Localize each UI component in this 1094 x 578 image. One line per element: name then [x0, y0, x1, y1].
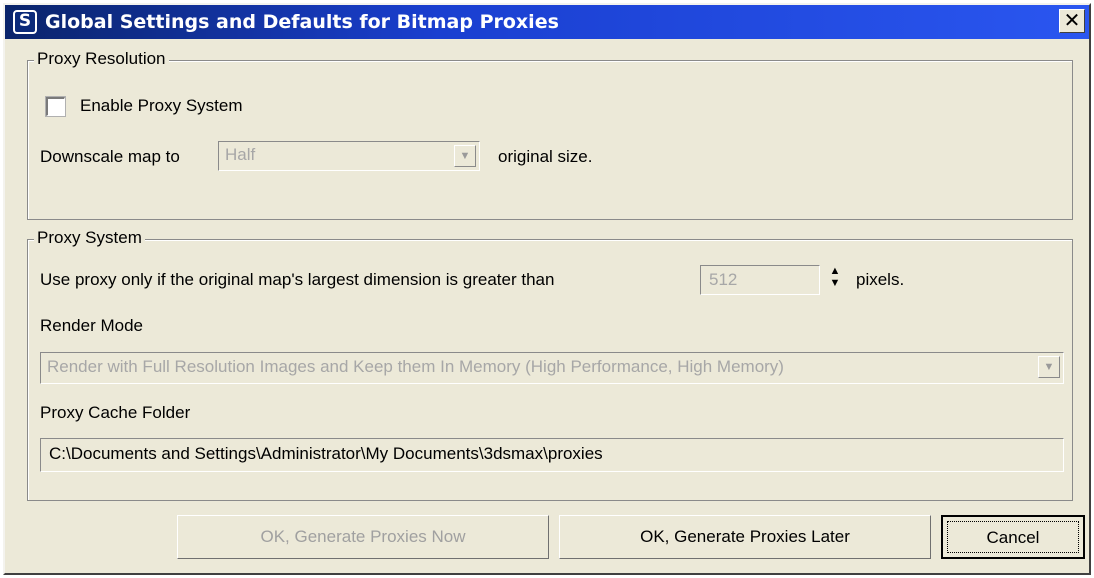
generate-later-button[interactable]: OK, Generate Proxies Later [559, 515, 931, 559]
enable-proxy-label: Enable Proxy System [80, 96, 243, 115]
render-mode-dropdown[interactable]: Render with Full Resolution Images and K… [40, 352, 1064, 384]
spinner-down-icon[interactable]: ▼ [825, 277, 845, 289]
app-icon: S [13, 10, 37, 34]
proxy-system-group: Proxy System Use proxy only if the origi… [27, 228, 1073, 501]
dropdown-arrow-icon[interactable]: ▼ [454, 145, 476, 167]
downscale-dropdown[interactable]: Half ▼ [218, 141, 480, 171]
generate-now-button[interactable]: OK, Generate Proxies Now [177, 515, 549, 559]
proxy-system-legend: Proxy System [34, 228, 145, 248]
threshold-suffix-label: pixels. [856, 270, 905, 289]
downscale-suffix-label: original size. [498, 147, 593, 166]
render-mode-value: Render with Full Resolution Images and K… [47, 357, 784, 376]
title-bar[interactable]: S Global Settings and Defaults for Bitma… [5, 5, 1089, 39]
render-mode-label: Render Mode [40, 316, 144, 335]
proxy-resolution-legend: Proxy Resolution [34, 49, 169, 69]
cancel-button-label: Cancel [947, 521, 1079, 553]
cache-folder-label: Proxy Cache Folder [40, 403, 191, 422]
threshold-spinner[interactable]: ▲ ▼ [825, 265, 845, 293]
dropdown-arrow-icon[interactable]: ▼ [1038, 356, 1060, 378]
spinner-up-icon[interactable]: ▲ [825, 265, 845, 277]
cancel-button[interactable]: Cancel [941, 515, 1085, 559]
close-button[interactable]: ✕ [1059, 9, 1085, 33]
threshold-input[interactable]: 512 [700, 265, 820, 295]
cache-folder-input[interactable]: C:\Documents and Settings\Administrator\… [40, 438, 1064, 472]
proxy-resolution-group: Proxy Resolution Enable Proxy System Dow… [27, 49, 1073, 220]
downscale-prefix-label: Downscale map to [40, 147, 180, 166]
threshold-prefix-label: Use proxy only if the original map's lar… [40, 270, 555, 289]
window-title: Global Settings and Defaults for Bitmap … [45, 11, 559, 33]
downscale-value: Half [225, 145, 256, 164]
enable-proxy-checkbox[interactable] [45, 96, 66, 117]
dialog-window: S Global Settings and Defaults for Bitma… [3, 3, 1091, 575]
